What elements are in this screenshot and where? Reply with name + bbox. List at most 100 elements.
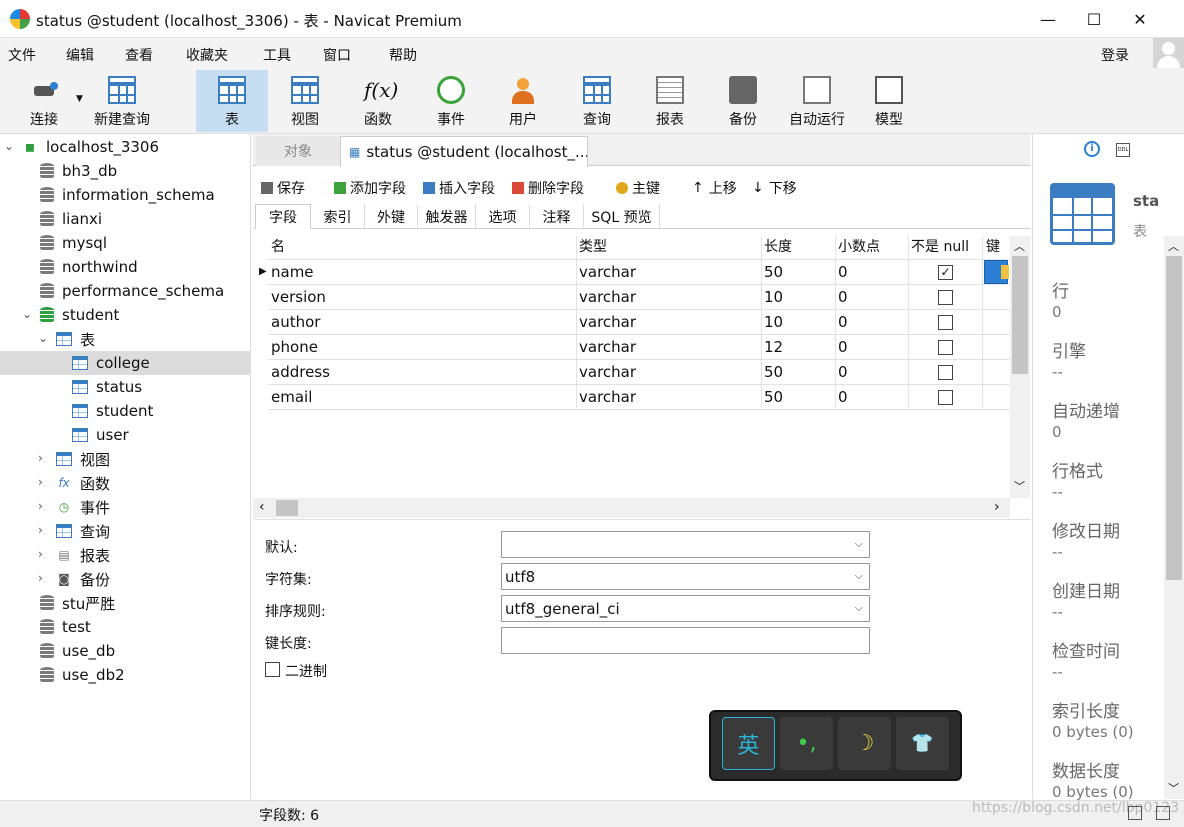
tree-events[interactable]: ◷ 事件: [56, 495, 110, 519]
cell-length[interactable]: 50: [764, 363, 783, 381]
subtab-foreign-keys[interactable]: 外键: [365, 204, 418, 229]
maximize-button[interactable]: ☐: [1071, 0, 1117, 38]
tree-table-status[interactable]: status: [72, 375, 142, 399]
connect-dropdown-icon[interactable]: ▼: [76, 94, 83, 104]
column-header-decimal[interactable]: 小数点: [838, 236, 880, 256]
layout-view-icon[interactable]: [1128, 806, 1142, 820]
grid-view-icon[interactable]: [1156, 806, 1170, 820]
tab-status-table[interactable]: ▦ status @student (localhost_...: [340, 136, 588, 167]
add-field-button[interactable]: 添加字段: [334, 178, 406, 198]
cell-name[interactable]: phone: [271, 338, 318, 356]
tree-db-student[interactable]: student: [40, 303, 119, 327]
toolbar-connect-button[interactable]: 连接: [14, 70, 74, 132]
toolbar-report-button[interactable]: 报表: [636, 70, 704, 132]
scroll-left-icon[interactable]: ‹: [259, 499, 265, 515]
toolbar-new-query-button[interactable]: 新建查询: [88, 70, 156, 132]
cell-type[interactable]: varchar: [579, 313, 636, 331]
ime-skin-icon[interactable]: 👕: [896, 717, 949, 770]
subtab-comment[interactable]: 注释: [530, 204, 584, 229]
tree-table-user[interactable]: user: [72, 423, 129, 447]
login-link[interactable]: 登录: [1101, 45, 1129, 65]
menu-help[interactable]: 帮助: [389, 45, 417, 65]
ime-language-button[interactable]: 英: [722, 717, 775, 770]
default-select[interactable]: ⌵: [501, 531, 870, 558]
menu-tools[interactable]: 工具: [263, 45, 291, 65]
tree-table-student[interactable]: student: [72, 399, 153, 423]
tree-table-college[interactable]: college: [0, 351, 251, 375]
not-null-checkbox[interactable]: [938, 290, 953, 305]
cell-length[interactable]: 10: [764, 288, 783, 306]
expand-icon[interactable]: ›: [38, 523, 43, 537]
tree-db-lianxi[interactable]: lianxi: [40, 207, 102, 231]
cell-decimal[interactable]: 0: [838, 288, 848, 306]
ddl-icon[interactable]: DDL: [1116, 143, 1130, 157]
expand-icon[interactable]: ›: [38, 451, 43, 465]
minimize-button[interactable]: —: [1025, 0, 1071, 38]
toolbar-function-button[interactable]: f(x) 函数: [344, 70, 412, 132]
toolbar-query-button[interactable]: 查询: [563, 70, 631, 132]
ime-punctuation-button[interactable]: •,: [780, 717, 833, 770]
tree-db-northwind[interactable]: northwind: [40, 255, 138, 279]
subtab-sql-preview[interactable]: SQL 预览: [584, 204, 660, 229]
scroll-right-icon[interactable]: ›: [994, 499, 1000, 515]
tab-objects[interactable]: 对象: [256, 136, 340, 166]
cell-type[interactable]: varchar: [579, 363, 636, 381]
tree-reports[interactable]: ▤ 报表: [56, 543, 110, 567]
subtab-indexes[interactable]: 索引: [311, 204, 365, 229]
collapse-icon[interactable]: ⌄: [4, 139, 14, 153]
not-null-checkbox[interactable]: [938, 365, 953, 380]
cell-decimal[interactable]: 0: [838, 263, 848, 281]
primary-key-button[interactable]: 主键: [616, 178, 660, 198]
cell-length[interactable]: 50: [764, 263, 783, 281]
ime-moon-icon[interactable]: ☽: [838, 717, 891, 770]
subtab-options[interactable]: 选项: [476, 204, 530, 229]
tree-db-use_db[interactable]: use_db: [40, 639, 115, 663]
delete-field-button[interactable]: 删除字段: [512, 178, 584, 198]
tree-functions[interactable]: fx 函数: [56, 471, 110, 495]
tree-db-information_schema[interactable]: information_schema: [40, 183, 215, 207]
tree-views[interactable]: 视图: [56, 447, 110, 471]
scroll-down-icon[interactable]: ﹀: [1014, 478, 1025, 494]
move-up-button[interactable]: ↑ 上移: [692, 178, 737, 198]
expand-icon[interactable]: ›: [38, 547, 43, 561]
tree-tables-node[interactable]: 表: [56, 327, 95, 351]
tree-connection[interactable]: ◼ localhost_3306: [22, 135, 159, 159]
key-length-input[interactable]: [501, 627, 870, 654]
scroll-up-icon[interactable]: ︿: [1168, 238, 1179, 254]
cell-name[interactable]: address: [271, 363, 330, 381]
cell-type[interactable]: varchar: [579, 338, 636, 356]
tree-db-bh3_db[interactable]: bh3_db: [40, 159, 117, 183]
insert-field-button[interactable]: 插入字段: [423, 178, 495, 198]
scroll-up-icon[interactable]: ︿: [1014, 238, 1025, 254]
tree-db-test[interactable]: test: [40, 615, 91, 639]
tree-db-performance_schema[interactable]: performance_schema: [40, 279, 224, 303]
charset-select[interactable]: utf8 ⌵: [501, 563, 870, 590]
column-header-name[interactable]: 名: [271, 236, 285, 256]
grid-vertical-scroll-thumb[interactable]: [1012, 256, 1028, 374]
cell-name[interactable]: email: [271, 388, 312, 406]
tree-db-use_db2[interactable]: use_db2: [40, 663, 125, 687]
binary-checkbox[interactable]: [265, 662, 280, 677]
toolbar-table-button[interactable]: 表: [196, 70, 268, 132]
menu-file[interactable]: 文件: [8, 45, 36, 65]
toolbar-backup-button[interactable]: 备份: [709, 70, 777, 132]
column-header-type[interactable]: 类型: [579, 236, 607, 256]
toolbar-user-button[interactable]: 用户: [489, 70, 557, 132]
cell-decimal[interactable]: 0: [838, 363, 848, 381]
menu-favorites[interactable]: 收藏夹: [186, 45, 228, 65]
cell-decimal[interactable]: 0: [838, 388, 848, 406]
move-down-button[interactable]: ↓ 下移: [752, 178, 797, 198]
cell-name[interactable]: version: [271, 288, 326, 306]
cell-length[interactable]: 50: [764, 388, 783, 406]
menu-edit[interactable]: 编辑: [66, 45, 94, 65]
menu-window[interactable]: 窗口: [323, 45, 351, 65]
expand-icon[interactable]: ›: [38, 571, 43, 585]
collapse-icon[interactable]: ⌄: [38, 331, 48, 345]
primary-key-cell[interactable]: [984, 260, 1009, 284]
not-null-checkbox[interactable]: ✓: [938, 265, 953, 280]
info-icon[interactable]: i: [1084, 141, 1100, 157]
grid-horizontal-scroll-thumb[interactable]: [276, 500, 298, 516]
collation-select[interactable]: utf8_general_ci ⌵: [501, 595, 870, 622]
close-button[interactable]: ✕: [1117, 0, 1163, 38]
subtab-fields[interactable]: 字段: [255, 204, 311, 229]
